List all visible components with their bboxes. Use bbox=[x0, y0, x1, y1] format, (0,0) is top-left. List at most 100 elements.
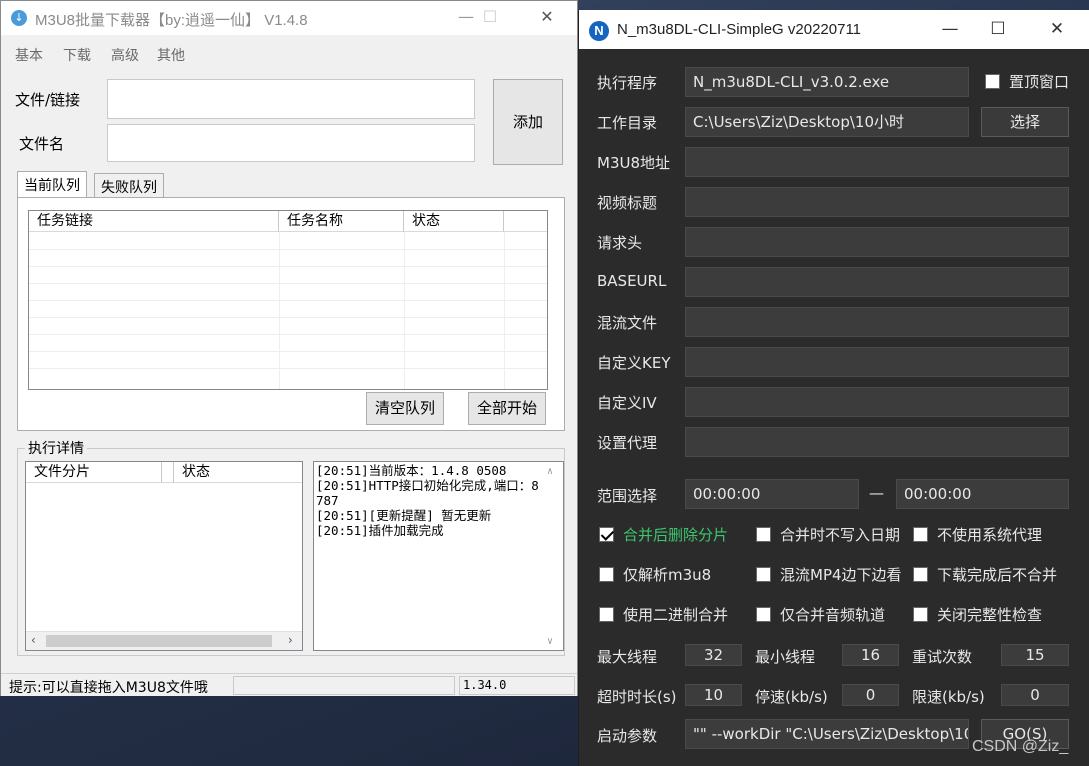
no-system-proxy-checkbox[interactable]: 不使用系统代理 bbox=[913, 524, 1042, 545]
column-task-link[interactable]: 任务链接 bbox=[29, 211, 279, 232]
column-divider bbox=[504, 232, 505, 389]
workdir-input[interactable]: C:\Users\Ziz\Desktop\10小时 bbox=[685, 107, 969, 137]
retry-label: 重试次数 bbox=[912, 648, 973, 666]
menu-other[interactable]: 其他 bbox=[157, 45, 185, 65]
headers-label: 请求头 bbox=[597, 234, 643, 252]
column-status[interactable]: 状态 bbox=[404, 211, 504, 232]
headers-input[interactable] bbox=[685, 227, 1069, 257]
n-m3u8dl-simpleg-window: N N_m3u8DL-CLI-SimpleG v20220711 — ☐ ✕ 执… bbox=[578, 10, 1089, 766]
scroll-down-icon[interactable]: ∨ bbox=[547, 634, 553, 649]
custom-key-label: 自定义KEY bbox=[597, 354, 671, 372]
checkbox-icon[interactable] bbox=[756, 607, 771, 622]
log-line: [20:51][更新提醒] 暂无更新 bbox=[316, 508, 492, 523]
video-title-input[interactable] bbox=[685, 187, 1069, 217]
max-threads-label: 最大线程 bbox=[597, 648, 658, 666]
column-spacer bbox=[162, 462, 174, 483]
timeout-input[interactable]: 10 bbox=[685, 684, 742, 706]
topmost-checkbox[interactable]: 置顶窗口 bbox=[985, 71, 1069, 92]
column-file-fragment[interactable]: 文件分片 bbox=[26, 462, 162, 483]
limit-speed-input[interactable]: 0 bbox=[1001, 684, 1069, 706]
min-threads-label: 最小线程 bbox=[755, 648, 816, 666]
no-date-checkbox[interactable]: 合并时不写入日期 bbox=[756, 524, 900, 545]
custom-key-input[interactable] bbox=[685, 347, 1069, 377]
clear-queue-button[interactable]: 清空队列 bbox=[366, 392, 444, 425]
maximize-button[interactable]: ☐ bbox=[975, 10, 1021, 49]
baseurl-input[interactable] bbox=[685, 267, 1069, 297]
row-divider bbox=[29, 368, 547, 369]
scroll-left-icon[interactable]: ‹ bbox=[31, 633, 36, 647]
custom-iv-label: 自定义IV bbox=[597, 394, 657, 412]
retry-input[interactable]: 15 bbox=[1001, 644, 1069, 666]
m3u8-batch-downloader-window: ↓ M3U8批量下载器【by:逍遥一仙】 V1.4.8 — ☐ ✕ 基本 下载 … bbox=[0, 0, 578, 696]
n-logo-icon: N bbox=[589, 21, 609, 41]
checkbox-icon[interactable] bbox=[913, 607, 928, 622]
range-end-input[interactable]: 00:00:00 bbox=[896, 479, 1069, 509]
checkbox-icon[interactable] bbox=[599, 567, 614, 582]
args-input[interactable]: "" --workDir "C:\Users\Ziz\Desktop\10 bbox=[685, 719, 969, 749]
option-label: 合并后删除分片 bbox=[623, 526, 729, 544]
stop-speed-input[interactable]: 0 bbox=[842, 684, 899, 706]
status-bar: 提示:可以直接拖入M3U8文件哦 1.34.0 bbox=[1, 673, 577, 696]
file-link-input[interactable] bbox=[107, 79, 475, 119]
status-middle-pane bbox=[233, 676, 455, 695]
scroll-up-icon[interactable]: ∧ bbox=[547, 464, 553, 479]
mux-mp4-stream-checkbox[interactable]: 混流MP4边下边看 bbox=[756, 564, 902, 585]
menu-download[interactable]: 下载 bbox=[63, 45, 91, 65]
option-label: 下载完成后不合并 bbox=[937, 566, 1058, 584]
scroll-thumb[interactable] bbox=[46, 635, 272, 647]
limit-speed-label: 限速(kb/s) bbox=[912, 688, 985, 706]
timeout-label: 超时时长(s) bbox=[597, 688, 677, 706]
tab-failed-queue[interactable]: 失败队列 bbox=[94, 173, 164, 198]
binary-merge-checkbox[interactable]: 使用二进制合并 bbox=[599, 604, 728, 625]
horizontal-scrollbar[interactable]: ‹ › bbox=[26, 631, 302, 650]
range-label: 范围选择 bbox=[597, 487, 658, 505]
tab-current-queue[interactable]: 当前队列 bbox=[17, 171, 87, 198]
select-folder-button[interactable]: 选择 bbox=[981, 107, 1069, 137]
title-bar[interactable]: ↓ M3U8批量下载器【by:逍遥一仙】 V1.4.8 — ☐ ✕ bbox=[1, 1, 577, 35]
column-blank bbox=[504, 211, 547, 232]
maximize-button[interactable]: ☐ bbox=[467, 1, 513, 35]
checkbox-icon[interactable] bbox=[913, 567, 928, 582]
menu-advanced[interactable]: 高级 bbox=[111, 45, 139, 65]
mux-file-input[interactable] bbox=[685, 307, 1069, 337]
min-threads-input[interactable]: 16 bbox=[842, 644, 899, 666]
column-fragment-status[interactable]: 状态 bbox=[174, 462, 302, 483]
range-start-input[interactable]: 00:00:00 bbox=[685, 479, 859, 509]
file-link-label: 文件/链接 bbox=[15, 91, 81, 109]
checkbox-icon[interactable] bbox=[756, 527, 771, 542]
checkbox-icon[interactable] bbox=[985, 74, 1000, 89]
disable-integrity-check-checkbox[interactable]: 关闭完整性检查 bbox=[913, 604, 1042, 625]
queue-list[interactable]: 任务链接 任务名称 状态 bbox=[28, 210, 548, 390]
start-all-button[interactable]: 全部开始 bbox=[468, 392, 546, 425]
checkbox-icon[interactable] bbox=[913, 527, 928, 542]
column-task-name[interactable]: 任务名称 bbox=[279, 211, 404, 232]
fragment-list[interactable]: 文件分片 状态 ‹ › bbox=[25, 461, 303, 651]
row-divider bbox=[29, 283, 547, 284]
column-divider bbox=[279, 232, 280, 389]
delete-fragments-checkbox[interactable]: 合并后删除分片 bbox=[599, 524, 728, 545]
column-divider bbox=[404, 232, 405, 389]
add-button[interactable]: 添加 bbox=[493, 79, 563, 165]
row-divider bbox=[29, 266, 547, 267]
parse-only-checkbox[interactable]: 仅解析m3u8 bbox=[599, 564, 711, 585]
max-threads-input[interactable]: 32 bbox=[685, 644, 742, 666]
proxy-input[interactable] bbox=[685, 427, 1069, 457]
audio-only-checkbox[interactable]: 仅合并音频轨道 bbox=[756, 604, 885, 625]
minimize-button[interactable]: — bbox=[927, 10, 973, 49]
checkbox-icon[interactable] bbox=[599, 607, 614, 622]
custom-iv-input[interactable] bbox=[685, 387, 1069, 417]
title-bar[interactable]: N N_m3u8DL-CLI-SimpleG v20220711 — ☐ ✕ bbox=[579, 10, 1089, 49]
close-button[interactable]: ✕ bbox=[1034, 10, 1080, 49]
menu-basic[interactable]: 基本 bbox=[15, 45, 43, 65]
file-name-input[interactable] bbox=[107, 124, 475, 162]
checkbox-icon[interactable] bbox=[756, 567, 771, 582]
checkbox-checked-icon[interactable] bbox=[599, 527, 614, 542]
log-output[interactable]: [20:51]当前版本：1.4.8 0508 [20:51]HTTP接口初始化完… bbox=[313, 461, 564, 651]
close-button[interactable]: ✕ bbox=[524, 1, 570, 35]
exe-input[interactable]: N_m3u8DL-CLI_v3.0.2.exe bbox=[685, 67, 969, 97]
option-label: 使用二进制合并 bbox=[623, 606, 729, 624]
no-merge-checkbox[interactable]: 下载完成后不合并 bbox=[913, 564, 1057, 585]
scroll-right-icon[interactable]: › bbox=[288, 633, 293, 647]
topmost-label: 置顶窗口 bbox=[1009, 73, 1070, 91]
m3u8-url-input[interactable] bbox=[685, 147, 1069, 177]
